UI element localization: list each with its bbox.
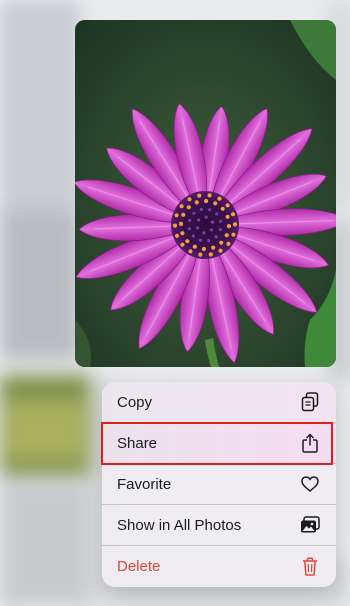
share-icon — [300, 433, 320, 453]
share-menu-item[interactable]: Share — [102, 423, 336, 464]
delete-label: Delete — [117, 558, 161, 575]
flower-image — [75, 20, 336, 367]
copy-label: Copy — [117, 393, 153, 411]
heart-icon — [300, 474, 320, 494]
copy-menu-item[interactable]: Copy — [102, 382, 336, 423]
context-menu: Copy Share Favorite Show in All Photos D… — [102, 382, 336, 587]
favorite-label: Favorite — [117, 475, 172, 493]
share-label: Share — [117, 434, 158, 452]
photo-preview — [75, 20, 336, 367]
delete-menu-item[interactable]: Delete — [102, 546, 336, 587]
copy-icon — [300, 392, 320, 412]
show-in-all-photos-menu-item[interactable]: Show in All Photos — [102, 505, 336, 546]
favorite-menu-item[interactable]: Favorite — [102, 464, 336, 505]
trash-icon — [300, 557, 320, 577]
show-in-all-photos-label: Show in All Photos — [117, 516, 242, 534]
photo-library-icon — [300, 515, 320, 535]
